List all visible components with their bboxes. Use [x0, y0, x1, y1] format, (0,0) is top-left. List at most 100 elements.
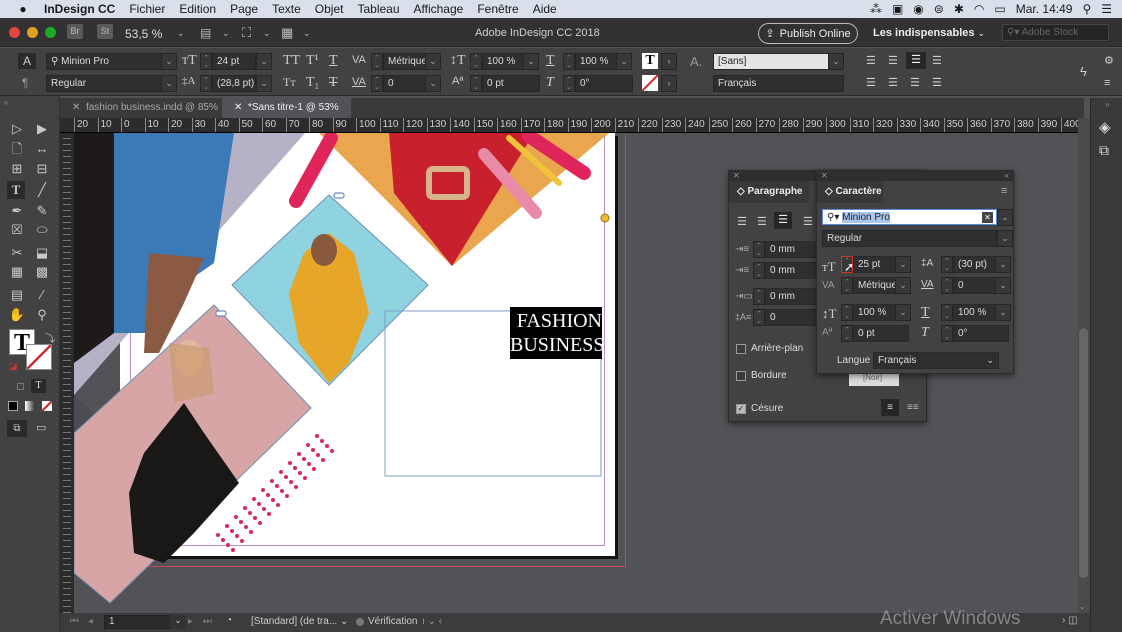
font-style-field[interactable]: Regular	[822, 230, 997, 247]
font-size-dropdown[interactable]: ⌄	[256, 53, 272, 70]
character-formatting-toggle[interactable]: A	[18, 53, 36, 69]
preflight-label[interactable]: Vérification	[368, 616, 417, 627]
justify-left-button[interactable]: ☰	[866, 76, 876, 89]
page-tool[interactable]: 🗋	[8, 140, 26, 158]
close-icon[interactable]: ✕	[234, 102, 245, 113]
vertical-scrollbar[interactable]: ⌄	[1078, 118, 1090, 613]
preflight-menu[interactable]: ı ⌄ ‹	[422, 616, 442, 627]
normal-view-button[interactable]: ⧉	[7, 420, 27, 437]
content-collector-tool[interactable]: ⊞	[8, 160, 26, 178]
align-away-spine-button[interactable]: ☰	[932, 76, 942, 89]
free-transform-tool[interactable]: ⬓	[33, 244, 51, 262]
layers-icon[interactable]: ◈	[1099, 118, 1111, 136]
align-center-button[interactable]: ☰	[888, 54, 898, 67]
kerning-dropdown[interactable]: ⌄	[895, 277, 911, 294]
horizontal-scale-stepper[interactable]: ⌃ ⌄	[563, 53, 575, 70]
quick-apply-icon[interactable]: ϟ	[1080, 64, 1087, 79]
align-left-button[interactable]: ☰	[737, 215, 747, 228]
bluetooth-icon[interactable]: ✱	[954, 2, 964, 16]
headline-text[interactable]: FASHION BUSINESS	[510, 309, 604, 357]
drop-cap-stepper[interactable]: ⌃ ⌄	[753, 309, 765, 326]
skew-field[interactable]: 0°	[953, 325, 1009, 342]
font-family-dropdown[interactable]: ⌄	[161, 53, 177, 70]
font-style-dropdown[interactable]: ⌄	[997, 230, 1013, 247]
horizontal-scale-stepper[interactable]: ⌃ ⌄	[941, 304, 953, 321]
horizontal-ruler[interactable]: 20 10 0 10 20 30 40 50 60 70 80 90 100 110 120 130 140 15…	[60, 118, 1078, 133]
tab-sans-titre[interactable]: ✕ *Sans titre-1 @ 53%	[222, 98, 351, 118]
gradient-feather-tool[interactable]: ▩	[33, 263, 51, 281]
panel-menu-icon[interactable]: ≡	[1001, 185, 1007, 197]
apply-gradient-button[interactable]	[25, 401, 35, 411]
publish-online-button[interactable]: ⇪ Publish Online	[758, 23, 858, 44]
gear-icon[interactable]: ⚙	[1104, 54, 1114, 67]
zoom-level[interactable]: 53,5 %	[125, 27, 162, 41]
preflight-profile[interactable]: [Standard] (de tra... ⌄	[251, 616, 348, 627]
screen-mode-dropdown-icon[interactable]: ⌄	[263, 28, 271, 39]
font-size-field[interactable]: 25 pt	[853, 256, 897, 273]
type-tool[interactable]: T	[7, 181, 25, 199]
pen-tool[interactable]: ✒	[8, 202, 26, 220]
stroke-none-swatch[interactable]	[642, 75, 658, 91]
clear-field-icon[interactable]: ✕	[982, 212, 993, 223]
close-window-button[interactable]	[9, 27, 20, 38]
tracking-stepper[interactable]: ⌃ ⌄	[941, 277, 953, 294]
clock[interactable]: Mar. 14:49	[1016, 2, 1073, 16]
zoom-window-button[interactable]	[45, 27, 56, 38]
menu-affichage[interactable]: Affichage	[414, 2, 464, 16]
strikethrough-button[interactable]: T	[329, 75, 338, 91]
view-options-icon[interactable]: ▤	[200, 26, 211, 40]
camera-icon[interactable]: ▣	[892, 2, 903, 16]
formatting-text-icon[interactable]: T	[31, 379, 46, 393]
close-panel-icon[interactable]: ✕ «	[817, 171, 1013, 181]
apply-color-button[interactable]	[8, 401, 18, 411]
direct-selection-tool[interactable]: ▶	[33, 120, 51, 138]
baseline-shift-stepper[interactable]: ⌃ ⌄	[470, 75, 482, 92]
bridge-button[interactable]: Br	[67, 24, 83, 39]
vertical-scale-dropdown[interactable]: ⌄	[895, 304, 911, 321]
notification-icon[interactable]: ☰	[1101, 2, 1112, 16]
character-style-dropdown[interactable]: ⌄	[828, 53, 844, 70]
align-right-button[interactable]: ☰	[774, 212, 792, 229]
single-line-composer-button[interactable]: ≡	[881, 399, 899, 416]
baseline-shift-field[interactable]: 0 pt	[853, 325, 909, 342]
character-style-field[interactable]: [Sans]	[713, 53, 830, 70]
horizontal-scale-field[interactable]: 100 %	[953, 304, 997, 321]
spotlight-icon[interactable]: ⚲	[1082, 2, 1091, 16]
menu-tableau[interactable]: Tableau	[357, 2, 399, 16]
fill-text-swatch[interactable]: T	[642, 53, 658, 69]
zoom-dropdown-icon[interactable]: ⌄	[177, 28, 185, 39]
kerning-dropdown[interactable]: ⌄	[425, 53, 441, 70]
stroke-swatch-menu[interactable]: ›	[661, 75, 677, 92]
expand-dock-icon[interactable]: »	[1105, 100, 1109, 109]
adobe-stock-search[interactable]: ⚲▾ Adobe Stock	[1002, 24, 1109, 41]
first-page-button[interactable]: ⏮	[70, 616, 79, 627]
note-tool[interactable]: ▤	[8, 286, 26, 304]
ellipse-tool[interactable]: ⬭	[33, 221, 51, 239]
battery-icon[interactable]: ▭	[994, 2, 1005, 16]
all-caps-button[interactable]: TT	[283, 53, 300, 69]
split-view-icon[interactable]: › ◫	[1062, 615, 1078, 626]
font-family-field[interactable]: ⚲▾ Minion Pro ✕	[822, 209, 997, 225]
tab-fashion-business[interactable]: ✕ fashion business.indd @ 85%	[60, 98, 230, 118]
underline-button[interactable]: T	[329, 53, 338, 69]
creative-cloud-icon[interactable]: ◉	[913, 2, 923, 16]
paragraph-formatting-toggle[interactable]: ¶	[22, 76, 28, 90]
leading-field[interactable]: (30 pt)	[953, 256, 997, 273]
page-number-field[interactable]: 1	[104, 615, 172, 629]
justify-button[interactable]: ☰	[803, 215, 813, 228]
pencil-tool[interactable]: ✎	[33, 202, 51, 220]
drop-cap-field[interactable]: 0	[765, 309, 821, 326]
dropbox-icon[interactable]: ⁂	[870, 2, 882, 16]
kerning-field[interactable]: Métrique	[853, 277, 897, 294]
baseline-shift-stepper[interactable]: ⌃ ⌄	[841, 325, 853, 342]
fill-swatch-menu[interactable]: ›	[661, 53, 677, 70]
align-right-button[interactable]: ☰	[906, 52, 926, 69]
font-size-dropdown[interactable]: ⌄	[895, 256, 911, 273]
justify-center-button[interactable]: ☰	[888, 76, 898, 89]
baseline-shift-field[interactable]: 0 pt	[482, 75, 540, 92]
menu-aide[interactable]: Aide	[533, 2, 557, 16]
paragraph-panel-tab[interactable]: ◇ Paragraphe	[729, 181, 809, 203]
first-line-indent-field[interactable]: 0 mm	[765, 262, 821, 279]
horizontal-scale-dropdown[interactable]: ⌄	[995, 304, 1011, 321]
content-placer-tool[interactable]: ⊟	[33, 160, 51, 178]
